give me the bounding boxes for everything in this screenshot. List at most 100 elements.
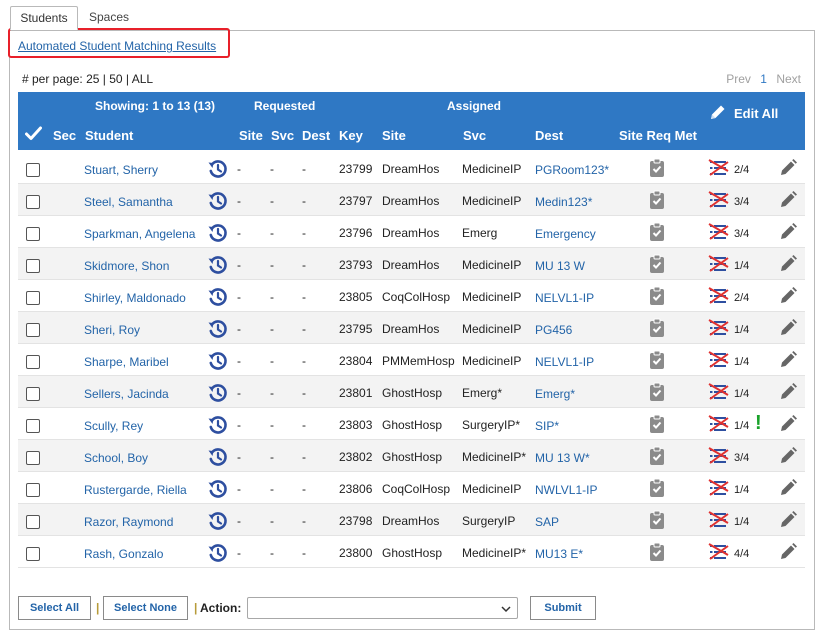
assigned-dest-link[interactable]: NELVL1-IP — [535, 291, 594, 305]
per-page-all[interactable]: ALL — [132, 72, 153, 86]
assigned-dest-link[interactable]: Emergency — [535, 227, 596, 241]
select-all-button[interactable]: Select All — [18, 596, 91, 620]
edit-row-pencil-icon[interactable] — [778, 478, 798, 501]
history-icon[interactable] — [207, 190, 229, 215]
student-name-link[interactable]: Shirley, Maldonado — [84, 291, 186, 305]
per-page-25[interactable]: 25 — [86, 72, 99, 86]
history-icon[interactable] — [207, 414, 229, 439]
requirements-list-icon[interactable] — [708, 158, 730, 181]
edit-row-pencil-icon[interactable] — [778, 254, 798, 277]
assigned-dest-link[interactable]: MU 13 W* — [535, 451, 590, 465]
per-page-50[interactable]: 50 — [109, 72, 122, 86]
tab-students[interactable]: Students — [10, 6, 78, 30]
edit-row-pencil-icon[interactable] — [778, 190, 798, 213]
row-checkbox[interactable] — [26, 195, 40, 209]
edit-all-button[interactable]: Edit All — [708, 102, 778, 125]
student-name-link[interactable]: Sheri, Roy — [84, 323, 140, 337]
requirements-list-icon[interactable] — [708, 446, 730, 469]
pager-prev[interactable]: Prev — [726, 72, 751, 86]
student-name-link[interactable]: Sharpe, Maribel — [84, 355, 169, 369]
row-checkbox[interactable] — [26, 547, 40, 561]
assigned-dest-link[interactable]: Medin123* — [535, 195, 592, 209]
requirements-list-icon[interactable] — [708, 382, 730, 405]
edit-row-pencil-icon[interactable] — [778, 222, 798, 245]
history-icon[interactable] — [207, 542, 229, 567]
requirements-list-icon[interactable] — [708, 286, 730, 309]
edit-row-pencil-icon[interactable] — [778, 510, 798, 533]
history-icon[interactable] — [207, 158, 229, 183]
action-select[interactable] — [247, 597, 518, 619]
automated-matching-link[interactable]: Automated Student Matching Results — [18, 39, 216, 53]
select-none-button[interactable]: Select None — [103, 596, 188, 620]
student-name-link[interactable]: Scully, Rey — [84, 419, 143, 433]
clipboard-check-icon — [649, 158, 665, 181]
check-all-icon[interactable] — [25, 126, 42, 144]
row-checkbox[interactable] — [26, 515, 40, 529]
row-checkbox[interactable] — [26, 227, 40, 241]
history-icon[interactable] — [207, 446, 229, 471]
col-requested-svc: Svc — [271, 128, 295, 143]
requirements-list-icon[interactable] — [708, 510, 730, 533]
history-icon[interactable] — [207, 510, 229, 535]
row-checkbox[interactable] — [26, 291, 40, 305]
requirements-list-icon[interactable] — [708, 222, 730, 245]
requirements-list-icon[interactable] — [708, 350, 730, 373]
edit-row-pencil-icon[interactable] — [778, 414, 798, 437]
pager-current-page[interactable]: 1 — [760, 72, 767, 86]
row-checkbox[interactable] — [26, 387, 40, 401]
student-name-link[interactable]: Stuart, Sherry — [84, 163, 158, 177]
row-checkbox[interactable] — [26, 451, 40, 465]
assigned-dest-link[interactable]: PG456 — [535, 323, 572, 337]
requirements-list-icon[interactable] — [708, 190, 730, 213]
history-icon[interactable] — [207, 254, 229, 279]
edit-row-pencil-icon[interactable] — [778, 382, 798, 405]
requirements-list-icon[interactable] — [708, 478, 730, 501]
col-student[interactable]: Student — [85, 128, 133, 143]
edit-row-pencil-icon[interactable] — [778, 542, 798, 565]
assigned-dest-link[interactable]: NWLVL1-IP — [535, 483, 597, 497]
requirements-list-icon[interactable] — [708, 414, 730, 437]
student-name-link[interactable]: Sellers, Jacinda — [84, 387, 169, 401]
assigned-dest-link[interactable]: SIP* — [535, 419, 559, 433]
row-checkbox[interactable] — [26, 323, 40, 337]
edit-row-pencil-icon[interactable] — [778, 350, 798, 373]
edit-row-pencil-icon[interactable] — [778, 318, 798, 341]
assigned-dest-link[interactable]: MU13 E* — [535, 547, 583, 561]
history-icon[interactable] — [207, 222, 229, 247]
student-name-link[interactable]: Sparkman, Angelena — [84, 227, 195, 241]
student-name-link[interactable]: Rash, Gonzalo — [84, 547, 163, 561]
history-icon[interactable] — [207, 350, 229, 375]
edit-row-pencil-icon[interactable] — [778, 286, 798, 309]
requested-site: - — [237, 354, 241, 368]
assigned-dest-link[interactable]: PGRoom123* — [535, 163, 609, 177]
history-icon[interactable] — [207, 382, 229, 407]
requirements-list-icon[interactable] — [708, 542, 730, 565]
student-name-link[interactable]: Rustergarde, Riella — [84, 483, 187, 497]
assigned-dest-link[interactable]: Emerg* — [535, 387, 575, 401]
history-icon[interactable] — [207, 478, 229, 503]
row-checkbox[interactable] — [26, 419, 40, 433]
col-sec: Sec — [53, 128, 77, 143]
row-checkbox[interactable] — [26, 163, 40, 177]
requirements-list-icon[interactable] — [708, 254, 730, 277]
assigned-dest-link[interactable]: SAP — [535, 515, 559, 529]
pager: Prev 1 Next — [720, 72, 801, 86]
row-checkbox[interactable] — [26, 259, 40, 273]
student-name-link[interactable]: Steel, Samantha — [84, 195, 173, 209]
assigned-dest-link[interactable]: MU 13 W — [535, 259, 585, 273]
assigned-dest-link[interactable]: NELVL1-IP — [535, 355, 594, 369]
row-checkbox[interactable] — [26, 355, 40, 369]
edit-row-pencil-icon[interactable] — [778, 446, 798, 469]
assigned-site: CoqColHosp — [382, 482, 451, 496]
tab-spaces[interactable]: Spaces — [89, 6, 129, 30]
history-icon[interactable] — [207, 286, 229, 311]
student-name-link[interactable]: Razor, Raymond — [84, 515, 173, 529]
requirements-list-icon[interactable] — [708, 318, 730, 341]
student-name-link[interactable]: School, Boy — [84, 451, 148, 465]
history-icon[interactable] — [207, 318, 229, 343]
pager-next[interactable]: Next — [776, 72, 801, 86]
row-checkbox[interactable] — [26, 483, 40, 497]
submit-button[interactable]: Submit — [530, 596, 596, 620]
edit-row-pencil-icon[interactable] — [778, 158, 798, 181]
student-name-link[interactable]: Skidmore, Shon — [84, 259, 169, 273]
